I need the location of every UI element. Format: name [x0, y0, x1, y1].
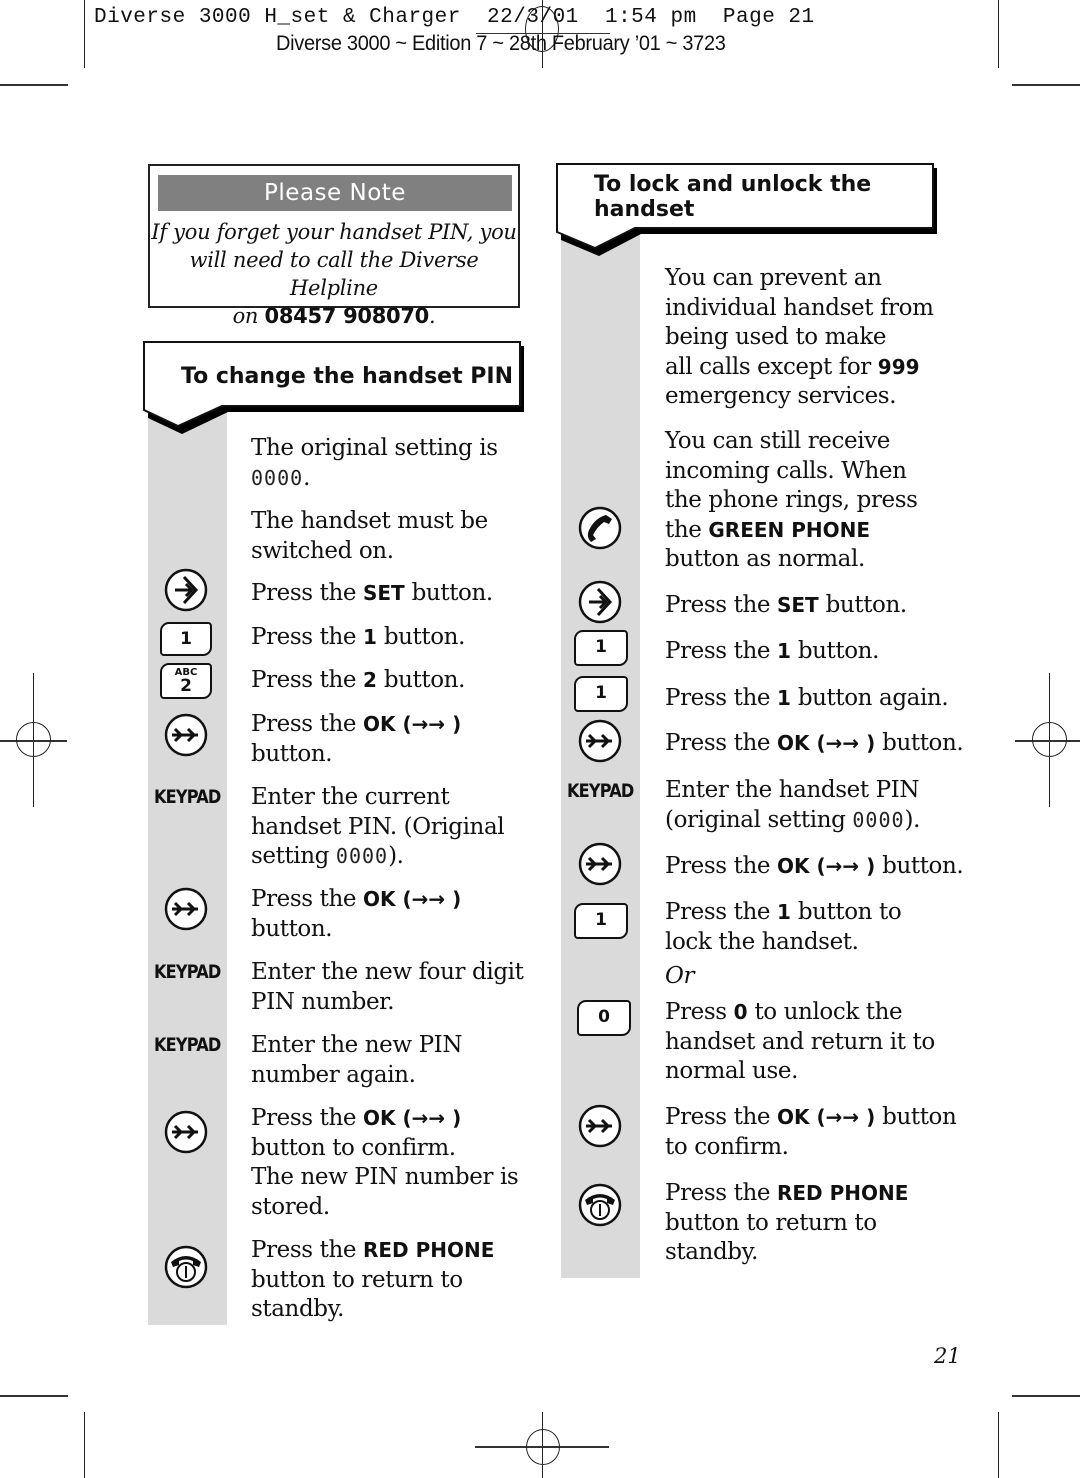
intro-prevent-calls: You can prevent an individual handset fr…	[665, 265, 934, 409]
step-press-2: Press the 2 button.	[251, 667, 466, 693]
step-enter-new-pin: Enter the new four digit PIN number.	[251, 959, 524, 1015]
step-press-1: Press the 1 button.	[251, 624, 466, 650]
ok-button-icon	[578, 1104, 622, 1148]
intro-original-setting: The original setting is 0000.	[251, 435, 498, 491]
step-press-ok: Press the OK (→→ ) button.	[251, 886, 462, 942]
ok-button-icon	[164, 713, 208, 757]
please-note-box: Please Note If you forget your handset P…	[148, 164, 520, 328]
crop-mark	[998, 0, 999, 68]
crop-mark	[0, 1395, 68, 1397]
crop-mark	[84, 1412, 85, 1478]
step-enter-current-pin: Enter the current handset PIN. (Original…	[251, 784, 505, 869]
right-section-title: To lock and unlock the handset	[594, 172, 872, 222]
ok-button-icon	[164, 1110, 208, 1154]
lcd-code: 0000	[251, 465, 304, 490]
edition-line: Diverse 3000 ~ Edition 7 ~ 28th February…	[276, 32, 726, 55]
please-note-title: Please Note	[158, 175, 512, 211]
ok-button-icon	[164, 887, 208, 931]
set-button-icon	[578, 580, 622, 624]
please-note-body: If you forget your handset PIN, you will…	[151, 220, 517, 328]
ok-button-icon	[578, 719, 622, 763]
red-phone-icon	[164, 1245, 208, 1289]
keypad-label: KEYPAD	[154, 961, 221, 983]
key-1-icon: 1	[574, 676, 628, 712]
key-1-icon: 1	[160, 622, 212, 656]
step-confirm-lock: Press the OK (→→ ) button to confirm.	[665, 1104, 957, 1160]
left-section-title: To change the handset PIN	[181, 364, 513, 389]
step-enter-handset-pin: Enter the handset PIN (original setting …	[665, 777, 921, 833]
or-separator: Or	[665, 963, 695, 989]
set-button-icon	[164, 568, 208, 612]
registration-circle	[16, 722, 51, 757]
left-icon-gutter	[148, 412, 227, 1325]
print-slug-line: Diverse 3000 H_set & Charger 22/3/01 1:5…	[94, 6, 815, 29]
green-phone-icon	[578, 506, 622, 550]
helpline-number: 08457 908070	[264, 304, 430, 328]
key-2-icon: ABC 2	[160, 663, 212, 699]
crop-mark	[998, 1412, 999, 1478]
keypad-label: KEYPAD	[154, 786, 221, 808]
step-press-set: Press the SET button.	[251, 580, 493, 606]
step-confirm-new-pin: Press the OK (→→ ) button to confirm. Th…	[251, 1105, 519, 1220]
crop-mark	[0, 84, 68, 86]
crop-mark	[84, 0, 85, 68]
ok-button-icon	[578, 842, 622, 886]
key-0-icon: 0	[577, 1000, 631, 1036]
intro-switched-on: The handset must be switched on.	[251, 508, 488, 564]
step-press-ok: Press the OK (→→ ) button.	[665, 853, 964, 879]
step-press-ok: Press the OK (→→ ) button.	[665, 730, 964, 756]
keypad-label: KEYPAD	[154, 1034, 221, 1056]
crop-mark	[1012, 1395, 1080, 1397]
step-unlock-handset: Press 0 to unlock the handset and return…	[665, 999, 935, 1084]
intro-receive-calls: You can still receive incoming calls. Wh…	[665, 428, 918, 572]
step-return-standby: Press the RED PHONE button to return to …	[251, 1237, 495, 1322]
step-lock-handset: Press the 1 button to lock the handset.	[665, 899, 902, 955]
key-1-icon: 1	[574, 630, 628, 666]
step-press-ok: Press the OK (→→ ) button.	[251, 711, 462, 767]
red-phone-icon	[578, 1183, 622, 1227]
key-1-icon: 1	[574, 903, 628, 939]
step-press-set: Press the SET button.	[665, 592, 907, 618]
page-number: 21	[934, 1344, 961, 1368]
keypad-label: KEYPAD	[567, 780, 634, 802]
step-return-standby: Press the RED PHONE button to return to …	[665, 1180, 909, 1265]
step-press-1-again: Press the 1 button again.	[665, 685, 949, 711]
registration-circle	[526, 1429, 560, 1465]
registration-circle	[1032, 722, 1067, 757]
step-reenter-new-pin: Enter the new PIN number again.	[251, 1032, 463, 1088]
step-press-1: Press the 1 button.	[665, 638, 880, 664]
crop-mark	[1012, 84, 1080, 86]
